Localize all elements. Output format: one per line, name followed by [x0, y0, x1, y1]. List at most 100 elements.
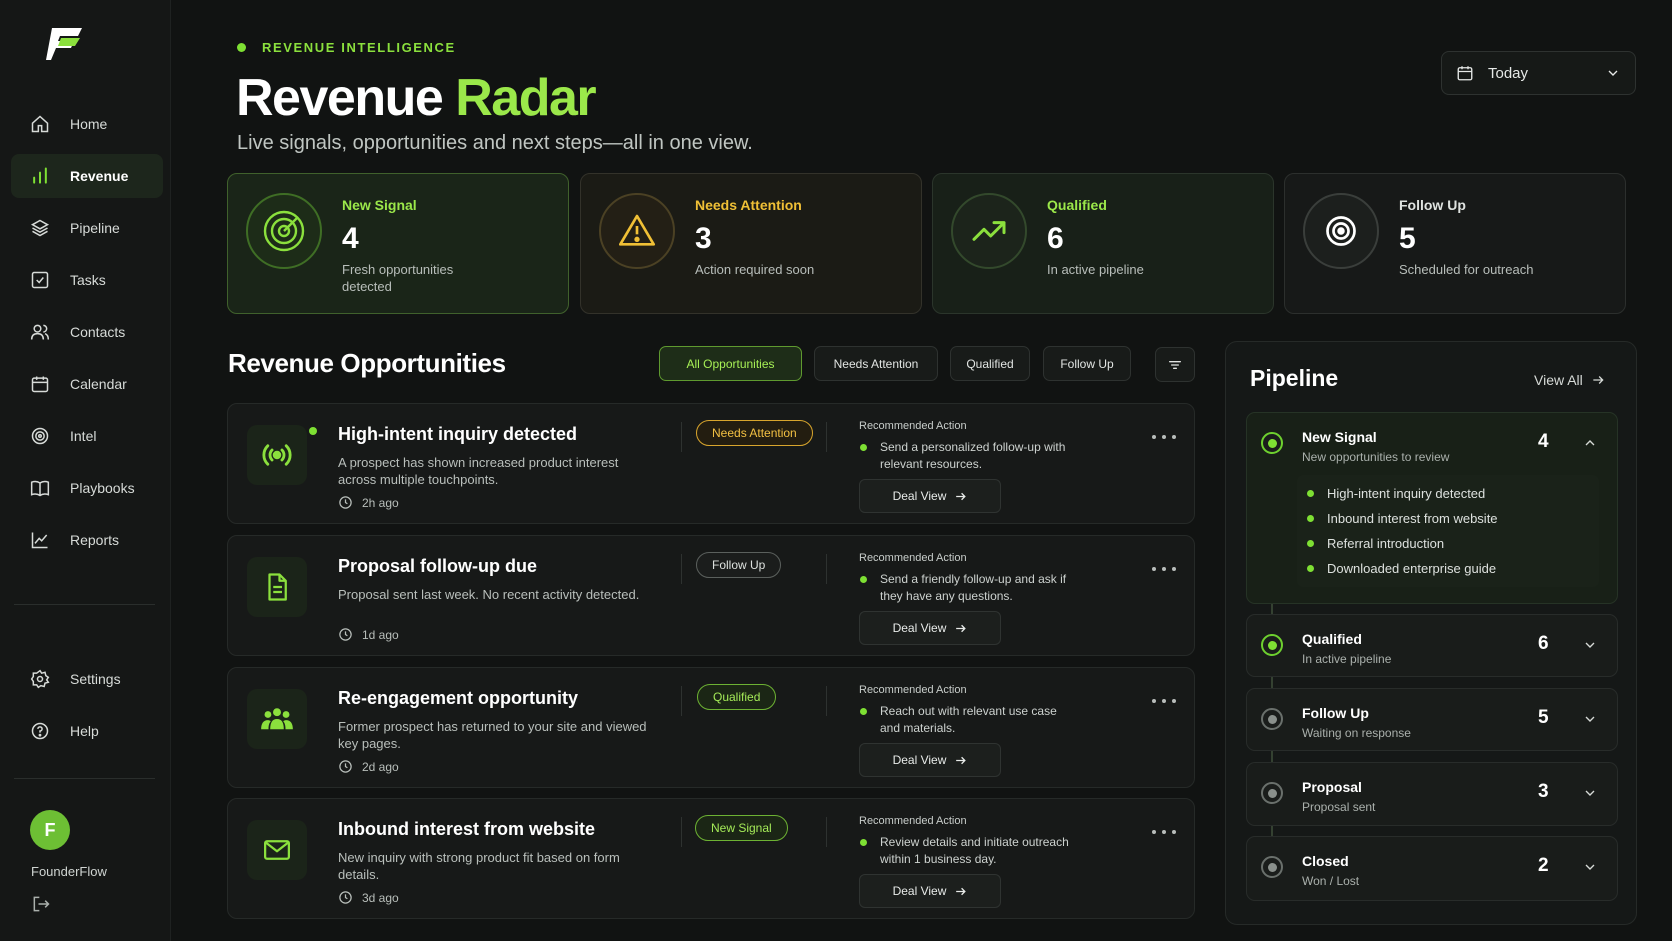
- date-range-select[interactable]: Today: [1441, 51, 1636, 95]
- nav-item-tasks[interactable]: Tasks: [11, 258, 163, 302]
- logout-icon[interactable]: [31, 894, 51, 914]
- stage-node: [1261, 634, 1283, 656]
- bullet-dot: [1307, 490, 1314, 497]
- nav-item-contacts[interactable]: Contacts: [11, 310, 163, 354]
- pipeline-stage-closed[interactable]: Closed Won / Lost 2: [1246, 836, 1618, 901]
- view-all-label: View All: [1534, 372, 1583, 388]
- nav-item-home[interactable]: Home: [11, 102, 163, 146]
- deal-view-button[interactable]: Deal View: [859, 874, 1001, 908]
- opportunity-title[interactable]: Proposal follow-up due: [338, 556, 537, 577]
- more-options-icon[interactable]: [1152, 694, 1176, 708]
- filter-icon: [1169, 360, 1181, 369]
- more-options-icon[interactable]: [1152, 562, 1176, 576]
- opportunity-title[interactable]: High-intent inquiry detected: [338, 424, 577, 445]
- filter-follow-up[interactable]: Follow Up: [1043, 346, 1131, 381]
- recommended-action-text: Reach out with relevant use case and mat…: [880, 704, 1057, 735]
- stat-card-follow-up[interactable]: Follow Up 5 Scheduled for outreach: [1284, 173, 1626, 314]
- nav-item-intel[interactable]: Intel: [11, 414, 163, 458]
- nav-item-pipeline[interactable]: Pipeline: [11, 206, 163, 250]
- deal-view-button[interactable]: Deal View: [859, 611, 1001, 645]
- time-label: 2d ago: [362, 759, 399, 774]
- opportunity-time: 2h ago: [338, 495, 399, 510]
- stage-name: Closed: [1302, 853, 1349, 869]
- chevron-up-icon[interactable]: [1582, 435, 1598, 451]
- stat-card-needs-attention[interactable]: Needs Attention 3 Action required soon: [580, 173, 922, 314]
- users-icon: [29, 321, 51, 343]
- action-dot: [860, 576, 867, 583]
- bullet-dot: [1307, 540, 1314, 547]
- filter-qualified[interactable]: Qualified: [950, 346, 1030, 381]
- opportunity-card[interactable]: Re-engagement opportunity Former prospec…: [227, 667, 1195, 788]
- recommended-action-text: Send a friendly follow-up and ask if the…: [880, 572, 1067, 603]
- stage-sub: In active pipeline: [1302, 652, 1392, 666]
- stat-desc: Action required soon: [695, 262, 815, 277]
- filter-options-button[interactable]: [1155, 347, 1195, 382]
- opportunity-card[interactable]: Inbound interest from website New inquir…: [227, 798, 1195, 919]
- clock-icon: [339, 760, 352, 773]
- opportunities-title: Revenue Opportunities: [228, 348, 506, 378]
- nav-item-help[interactable]: Help: [11, 709, 163, 753]
- opportunity-title[interactable]: Inbound interest from website: [338, 819, 595, 840]
- eyebrow-label: REVENUE INTELLIGENCE: [262, 40, 456, 55]
- nav-item-reports[interactable]: Reports: [11, 518, 163, 562]
- stage-count: 4: [1538, 431, 1549, 452]
- pipeline-stage-qualified[interactable]: Qualified In active pipeline 6: [1246, 614, 1618, 677]
- stat-desc: In active pipeline: [1047, 262, 1144, 277]
- stat-card-new-signal[interactable]: New Signal 4 Fresh opportunities detecte…: [227, 173, 569, 314]
- stage-item[interactable]: Inbound interest from website: [1307, 506, 1599, 531]
- recommended-action-text: Review details and initiate outreach wit…: [880, 835, 1069, 866]
- filter-needs-attention[interactable]: Needs Attention: [814, 346, 938, 381]
- stat-value: 3: [695, 222, 712, 255]
- nav-label: Pipeline: [70, 220, 120, 236]
- nav-item-calendar[interactable]: Calendar: [11, 362, 163, 406]
- deal-view-button[interactable]: Deal View: [859, 743, 1001, 777]
- nav-item-playbooks[interactable]: Playbooks: [11, 466, 163, 510]
- gear-icon: [29, 668, 51, 690]
- status-badge: Needs Attention: [696, 420, 813, 446]
- stage-count: 6: [1538, 633, 1549, 654]
- stat-label: Qualified: [1047, 197, 1107, 213]
- clock-icon: [339, 496, 352, 509]
- stat-desc: Fresh opportunities detected: [342, 262, 454, 294]
- more-options-icon[interactable]: [1152, 430, 1176, 444]
- deal-view-button[interactable]: Deal View: [859, 479, 1001, 513]
- divider: [681, 686, 682, 716]
- view-all-link[interactable]: View All: [1534, 372, 1605, 388]
- stage-item[interactable]: Downloaded enterprise guide: [1307, 556, 1599, 581]
- more-options-icon[interactable]: [1152, 825, 1176, 839]
- clock-icon: [339, 891, 352, 904]
- avatar[interactable]: F: [30, 810, 70, 850]
- stage-item[interactable]: High-intent inquiry detected: [1307, 481, 1599, 506]
- stat-card-qualified[interactable]: Qualified 6 In active pipeline: [932, 173, 1274, 314]
- time-label: 2h ago: [362, 495, 399, 510]
- target-icon: [29, 425, 51, 447]
- eyebrow: REVENUE INTELLIGENCE: [237, 40, 456, 55]
- filter-all-opportunities[interactable]: All Opportunities: [659, 346, 802, 381]
- nav-item-settings[interactable]: Settings: [11, 657, 163, 701]
- pipeline-stage-follow-up[interactable]: Follow Up Waiting on response 5: [1246, 688, 1618, 751]
- chevron-down-icon[interactable]: [1582, 637, 1598, 653]
- chevron-down-icon[interactable]: [1582, 711, 1598, 727]
- divider: [826, 686, 827, 716]
- app-logo[interactable]: [44, 24, 88, 64]
- stage-node: [1261, 856, 1283, 878]
- opportunity-card[interactable]: Proposal follow-up due Proposal sent las…: [227, 535, 1195, 656]
- stage-item-label: Inbound interest from website: [1327, 511, 1498, 526]
- stat-desc: Scheduled for outreach: [1399, 262, 1534, 277]
- broadcast-icon: [247, 425, 307, 485]
- nav-item-revenue[interactable]: Revenue: [11, 154, 163, 198]
- chevron-down-icon[interactable]: [1582, 859, 1598, 875]
- stage-item-label: High-intent inquiry detected: [1327, 486, 1486, 501]
- stage-item[interactable]: Referral introduction: [1307, 531, 1599, 556]
- pipeline-stage-new-signal[interactable]: New Signal New opportunities to review 4…: [1246, 412, 1618, 604]
- pipeline-stage-proposal[interactable]: Proposal Proposal sent 3: [1246, 762, 1618, 826]
- group-icon: [247, 689, 307, 749]
- nav-label: Contacts: [70, 324, 126, 340]
- action-dot: [860, 839, 867, 846]
- stage-node: [1261, 432, 1283, 454]
- opportunity-title[interactable]: Re-engagement opportunity: [338, 688, 578, 709]
- chevron-down-icon[interactable]: [1582, 785, 1598, 801]
- stage-name: New Signal: [1302, 429, 1377, 445]
- opportunity-card[interactable]: High-intent inquiry detected A prospect …: [227, 403, 1195, 524]
- divider: [681, 554, 682, 584]
